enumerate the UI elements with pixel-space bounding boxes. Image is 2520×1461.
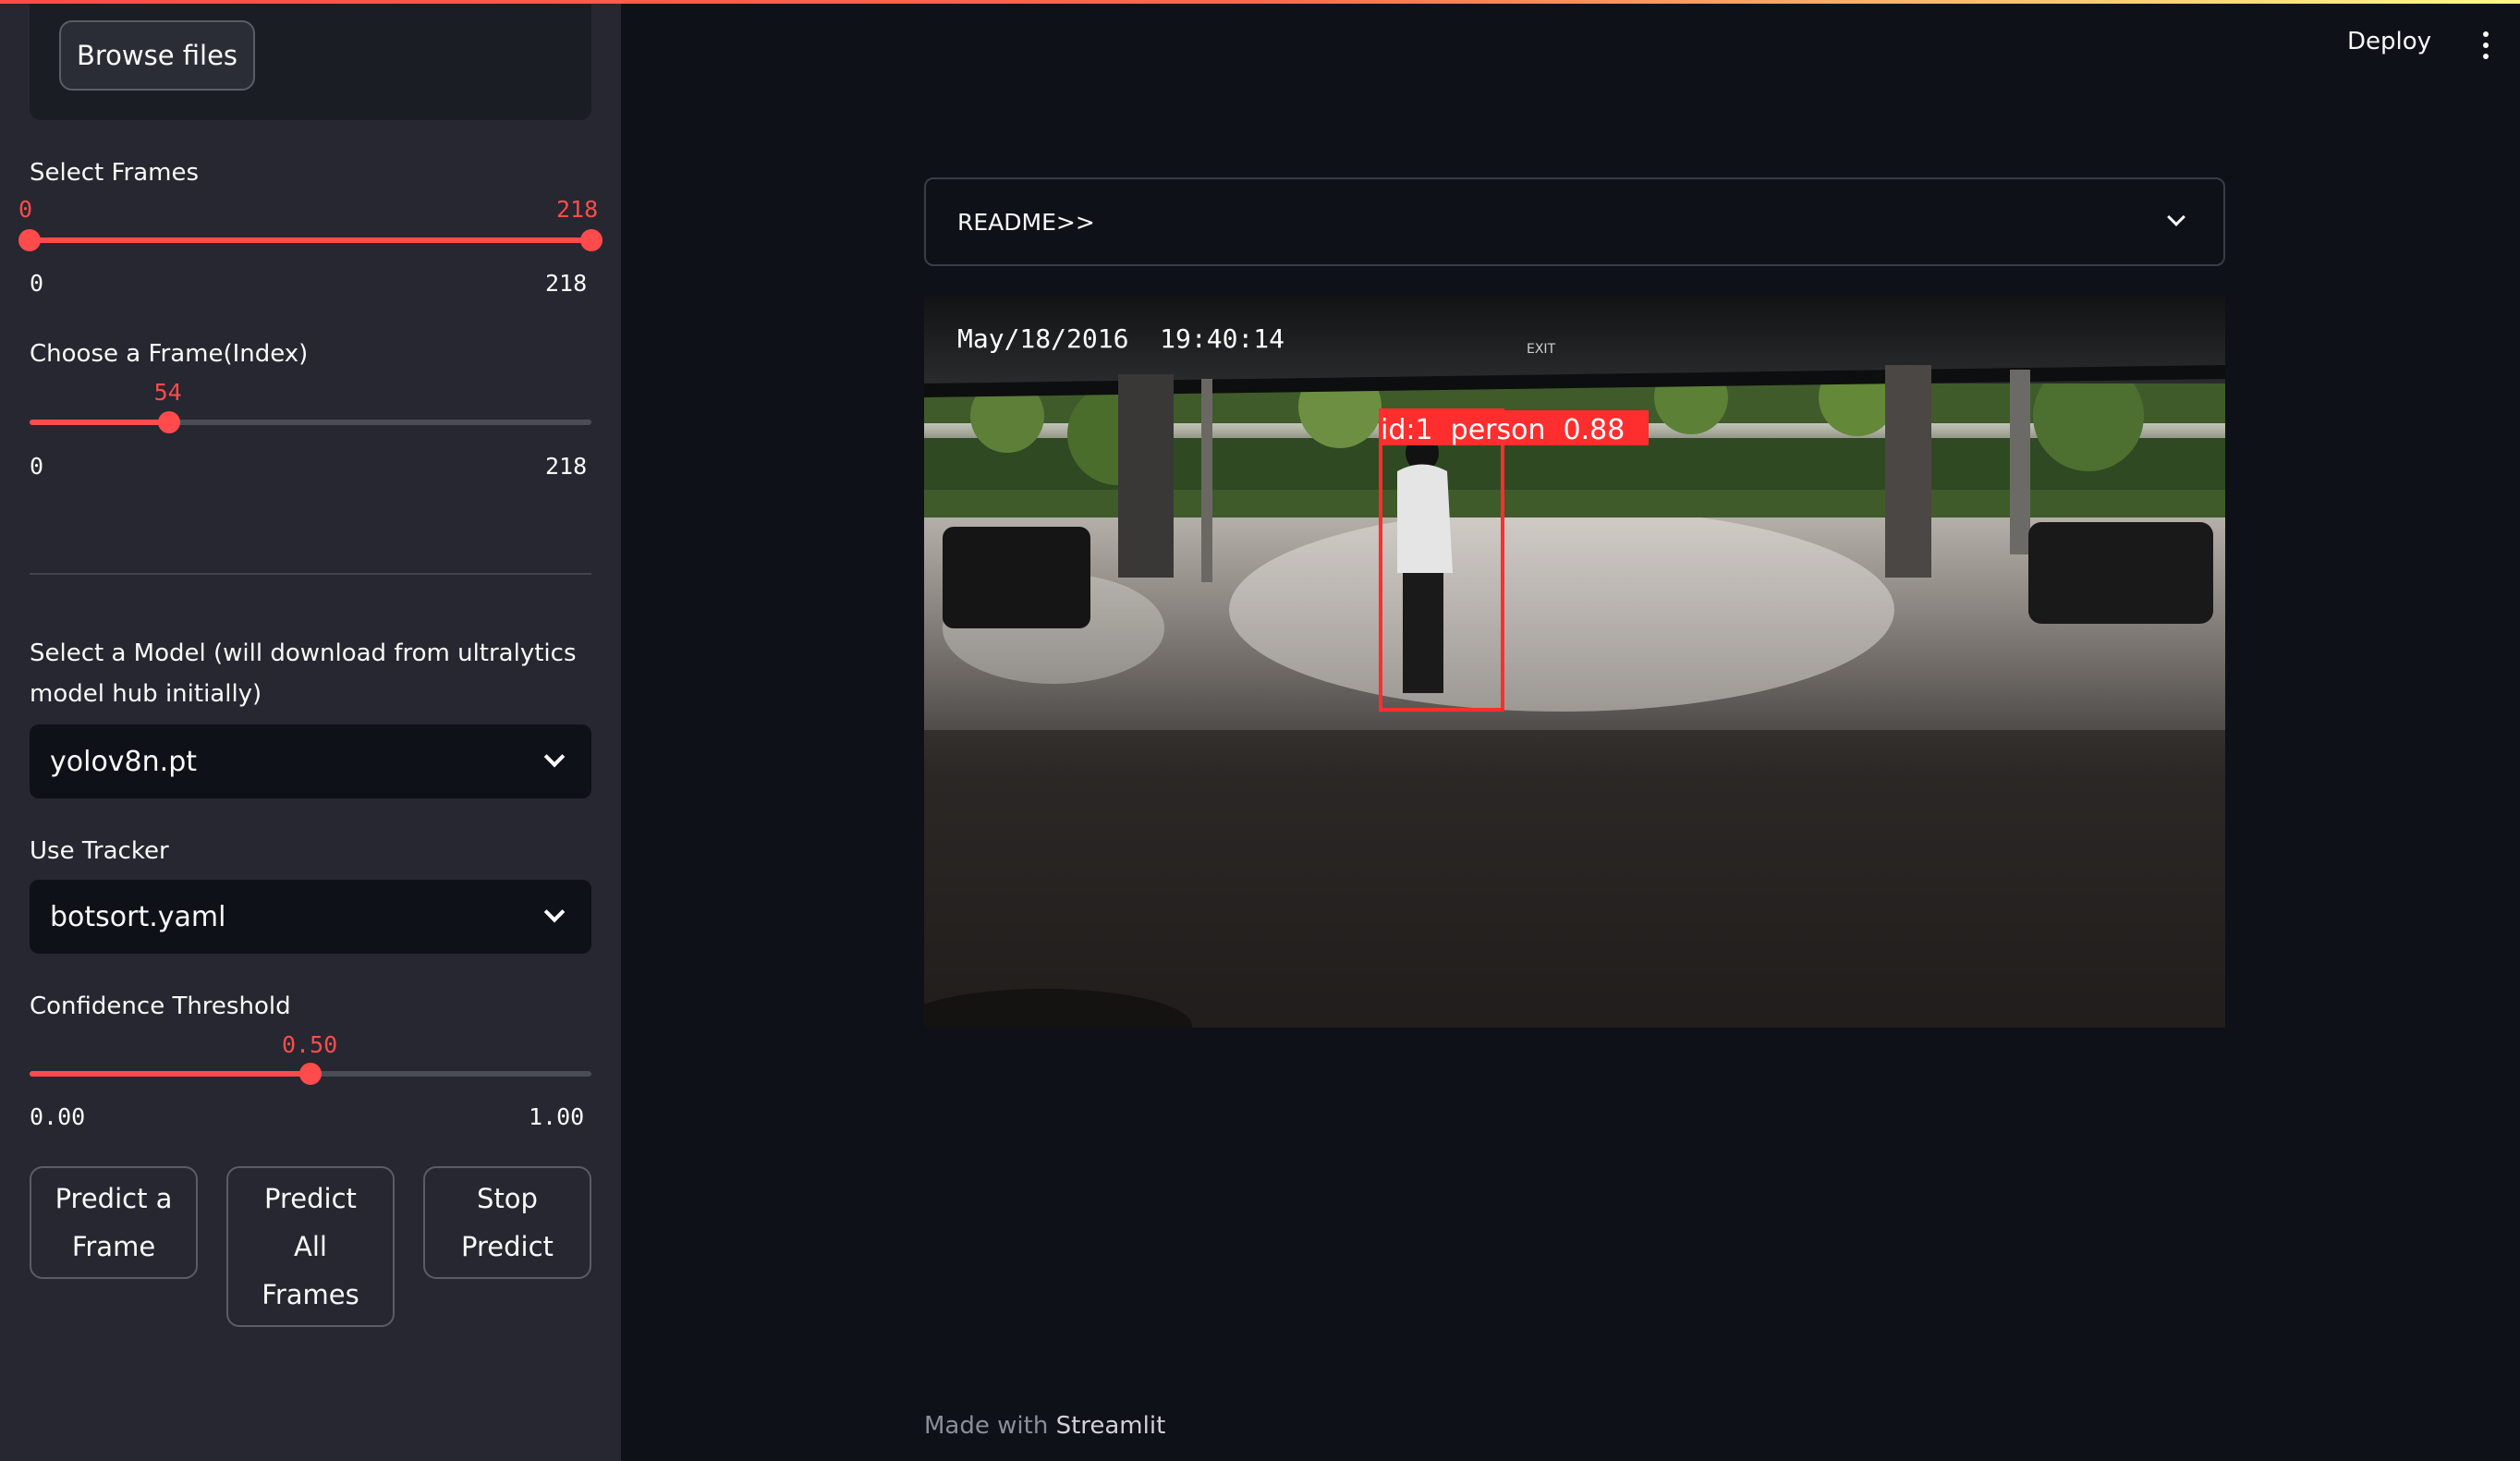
select-frames-slider[interactable]	[18, 229, 603, 251]
model-select[interactable]: yolov8n.pt	[30, 724, 591, 798]
tracker-select-value: botsort.yaml	[50, 900, 226, 933]
select-frames-low-thumb[interactable]	[18, 229, 41, 251]
predict-all-label-3: Frames	[262, 1279, 359, 1310]
choose-frame-fill	[30, 420, 169, 425]
tracker-select-label: Use Tracker	[30, 837, 169, 865]
chevron-down-icon	[543, 901, 566, 923]
video-frame-image: EXIT May/18/2016 19:40:14 id:1 person 0.…	[924, 296, 2225, 1028]
confidence-max: 1.00	[529, 1103, 585, 1130]
predict-all-frames-button[interactable]: Predict All Frames	[226, 1166, 395, 1327]
streamlit-link[interactable]: Streamlit	[1056, 1412, 1166, 1440]
predict-all-label-1: Predict	[264, 1183, 357, 1214]
video-timestamp: May/18/2016 19:40:14	[957, 323, 1284, 354]
predict-all-label-2: All	[294, 1231, 327, 1262]
readme-expander-label: README>>	[957, 208, 1095, 236]
select-frames-label: Select Frames	[30, 159, 200, 187]
top-decoration-bar	[0, 0, 2520, 4]
stop-predict-button[interactable]: Stop Predict	[423, 1166, 591, 1279]
model-select-label-line1: Select a Model (will download from ultra…	[30, 639, 577, 667]
select-frames-low-value: 0	[18, 196, 33, 223]
sidebar-divider	[30, 573, 591, 575]
readme-expander[interactable]: README>>	[924, 177, 2225, 266]
sidebar: Browse files Select Frames 0 218 0 218 C…	[0, 0, 621, 1461]
stop-predict-label-2: Predict	[461, 1231, 554, 1262]
deploy-button[interactable]: Deploy	[2347, 28, 2431, 55]
predict-frame-label-1: Predict a	[55, 1183, 173, 1214]
choose-frame-thumb[interactable]	[157, 411, 180, 433]
choose-frame-value: 54	[153, 379, 182, 406]
confidence-fill	[30, 1071, 310, 1077]
model-select-label-line2: model hub initially)	[30, 680, 262, 708]
confidence-min: 0.00	[30, 1103, 86, 1130]
predict-frame-button[interactable]: Predict a Frame	[30, 1166, 198, 1279]
stop-predict-label-1: Stop	[477, 1183, 538, 1214]
footer-prefix: Made with	[924, 1412, 1049, 1440]
select-frames-max: 218	[545, 270, 588, 297]
tracker-select[interactable]: botsort.yaml	[30, 880, 591, 954]
choose-frame-max: 218	[545, 453, 588, 480]
confidence-value: 0.50	[282, 1031, 338, 1058]
choose-frame-min: 0	[30, 453, 44, 480]
predict-frame-label-2: Frame	[71, 1231, 156, 1262]
browse-files-button[interactable]: Browse files	[59, 20, 255, 91]
select-frames-high-thumb[interactable]	[580, 229, 603, 251]
select-frames-fill	[30, 237, 591, 243]
footer: Made with Streamlit	[924, 1412, 1165, 1440]
main-menu-icon[interactable]	[2480, 31, 2491, 59]
select-frames-high-value: 218	[556, 196, 599, 223]
model-select-value: yolov8n.pt	[50, 745, 197, 778]
chevron-down-icon	[2167, 208, 2185, 226]
chevron-down-icon	[543, 746, 566, 768]
choose-frame-slider[interactable]	[30, 411, 591, 433]
exit-sign-text: EXIT	[1527, 342, 1556, 357]
confidence-label: Confidence Threshold	[30, 992, 291, 1020]
detection-label: id:1 person 0.88	[1381, 414, 1625, 446]
surveillance-scene: EXIT May/18/2016 19:40:14 id:1 person 0.…	[924, 296, 2225, 1028]
confidence-thumb[interactable]	[299, 1063, 322, 1085]
confidence-slider[interactable]	[30, 1063, 591, 1085]
choose-frame-label: Choose a Frame(Index)	[30, 340, 309, 368]
select-frames-min: 0	[30, 270, 44, 297]
